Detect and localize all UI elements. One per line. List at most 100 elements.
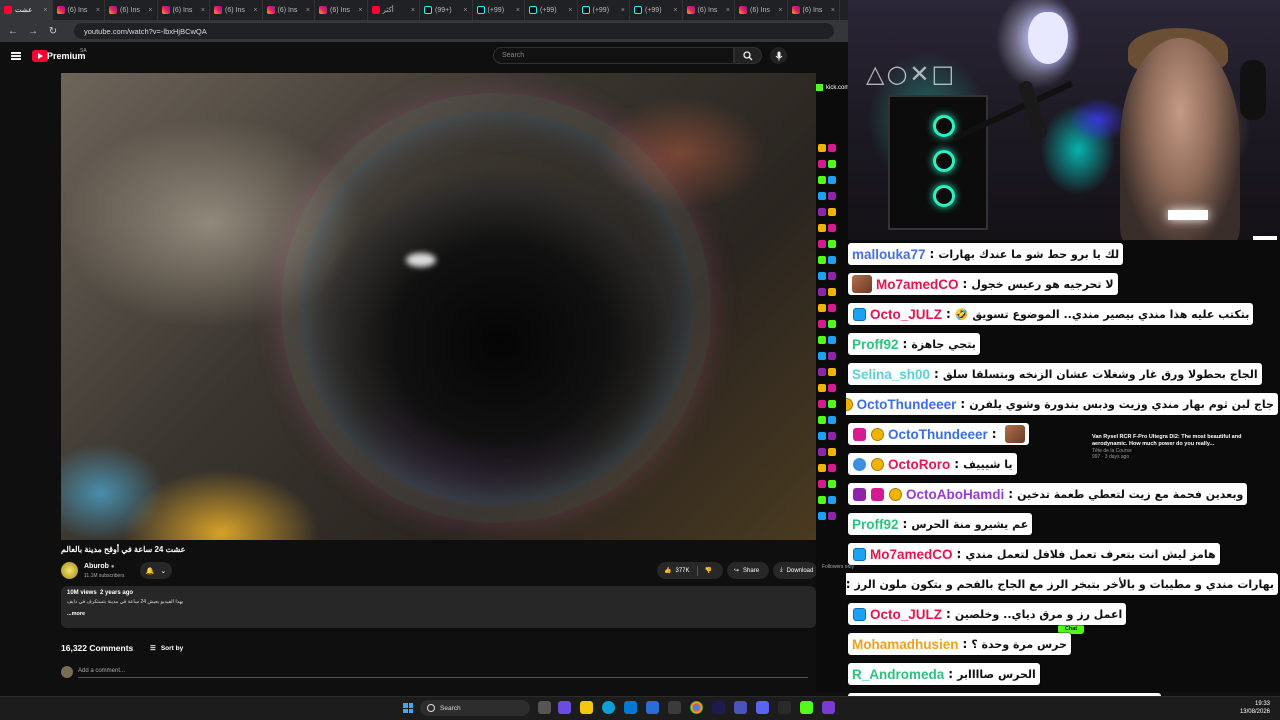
close-tab-icon[interactable]: × (358, 7, 362, 14)
browser-tab[interactable]: (6) Ins × (315, 0, 368, 20)
kick-chat-row (818, 460, 846, 476)
hamburger-menu-icon[interactable] (11, 52, 21, 60)
close-tab-icon[interactable]: × (778, 7, 782, 14)
channel-avatar[interactable] (61, 562, 78, 579)
file-explorer-icon[interactable] (580, 701, 593, 714)
twitch-icon[interactable] (822, 701, 835, 714)
chat-message-bubble: R_Andromeda: الحرس صاااابر (848, 663, 1040, 685)
chat-badge-icon (828, 512, 836, 520)
youtube-logo-icon[interactable] (32, 50, 48, 62)
address-bar[interactable]: youtube.com/watch?v=-lbxHjBCwQA (74, 23, 834, 39)
chat-username[interactable]: Mo7amedCO (876, 277, 959, 292)
like-count[interactable]: 377K (675, 568, 689, 574)
mail-icon[interactable] (646, 701, 659, 714)
browser-tab[interactable]: أكثر × (368, 0, 420, 20)
close-tab-icon[interactable]: × (568, 7, 572, 14)
browser-tab[interactable]: (6) Ins × (788, 0, 840, 20)
edge-icon[interactable] (602, 701, 615, 714)
chrome-icon[interactable] (690, 701, 703, 714)
browser-tab[interactable]: (+99) × (630, 0, 683, 20)
chat-username[interactable]: Octo_JULZ (870, 307, 942, 322)
tab-label: (99+) (435, 6, 452, 14)
taskbar-clock[interactable]: 19:33 13/08/2026 (1238, 700, 1270, 716)
chat-message-bubble: OctoRoro: يا شيييف (848, 453, 1017, 475)
close-tab-icon[interactable]: × (621, 7, 625, 14)
browser-tab[interactable]: (6) Ins × (158, 0, 210, 20)
close-tab-icon[interactable]: × (673, 7, 677, 14)
chat-username[interactable]: Mo7amedCO (870, 547, 953, 562)
bell-icon: 🔔 (145, 567, 155, 575)
chat-username[interactable]: Octo_JULZ (870, 607, 942, 622)
close-tab-icon[interactable]: × (43, 7, 47, 14)
chat-username[interactable]: OctoAboHamdi (906, 487, 1004, 502)
browser-tab[interactable]: (+99) × (525, 0, 578, 20)
copilot-icon[interactable] (558, 701, 571, 714)
task-view-icon[interactable] (538, 701, 551, 714)
show-more-link[interactable]: ...more (67, 611, 810, 617)
channel-name[interactable]: Aburob ● (84, 563, 114, 570)
download-button[interactable]: ⤓ Download (773, 562, 817, 579)
notification-bell-button[interactable]: 🔔 ⌄ (140, 562, 172, 579)
thumbs-down-icon[interactable]: 👎 (705, 567, 712, 574)
close-tab-icon[interactable]: × (726, 7, 730, 14)
chat-username[interactable]: Proff92 (852, 337, 899, 352)
browser-tab[interactable]: (6) Ins × (53, 0, 105, 20)
voice-search-button[interactable] (770, 47, 787, 64)
sort-comments-button[interactable]: ☰ Sort by (150, 644, 183, 653)
chat-username[interactable]: mallouka77 (852, 247, 926, 262)
tab-label: أكثر (382, 7, 394, 14)
chat-username[interactable]: R_Andromeda (852, 667, 944, 682)
kick-chat-badges-column (818, 140, 846, 524)
close-tab-icon[interactable]: × (831, 7, 835, 14)
kick-tab[interactable]: kick.com (816, 84, 849, 91)
forward-icon[interactable]: → (28, 26, 38, 37)
app-icon[interactable] (668, 701, 681, 714)
chat-username[interactable]: OctoRoro (888, 457, 950, 472)
premiere-icon[interactable] (712, 701, 725, 714)
coin-badge-icon (889, 487, 902, 501)
teams-icon[interactable] (734, 701, 747, 714)
share-button[interactable]: ↪ Share (727, 562, 769, 579)
browser-tab[interactable]: (+99) × (578, 0, 630, 20)
pc-fan-light (933, 150, 955, 172)
close-tab-icon[interactable]: × (253, 7, 257, 14)
search-button[interactable] (734, 47, 762, 64)
app-icon[interactable] (778, 701, 791, 714)
close-tab-icon[interactable]: × (148, 7, 152, 14)
close-tab-icon[interactable]: × (96, 7, 100, 14)
browser-tab[interactable]: (+99) × (473, 0, 525, 20)
thumbs-up-icon[interactable]: 👍 (664, 567, 671, 574)
reload-icon[interactable]: ↻ (48, 26, 58, 37)
browser-tab[interactable]: (6) Ins × (105, 0, 158, 20)
close-tab-icon[interactable]: × (306, 7, 310, 14)
video-frame-lens (281, 93, 711, 523)
browser-tab[interactable]: (6) Ins × (735, 0, 788, 20)
browser-tab[interactable]: (99+) × (420, 0, 473, 20)
browser-tab[interactable]: (6) Ins × (210, 0, 263, 20)
chat-username[interactable]: OctoThundeeer (857, 397, 957, 412)
add-comment-input[interactable]: Add a comment... (78, 668, 808, 678)
close-tab-icon[interactable]: × (201, 7, 205, 14)
chat-username[interactable]: Selina_sh00 (852, 367, 930, 382)
search-input[interactable]: Search (493, 47, 734, 64)
chat-message-bubble: OctoThundeeer: (848, 423, 1029, 445)
chat-username[interactable]: OctoThundeeer (888, 427, 988, 442)
close-tab-icon[interactable]: × (411, 7, 415, 14)
chat-username[interactable]: Proff92 (852, 517, 899, 532)
browser-tab[interactable]: عشت × (0, 0, 53, 20)
close-tab-icon[interactable]: × (463, 7, 467, 14)
back-icon[interactable]: ← (8, 26, 18, 37)
chat-badge-icon (828, 464, 836, 472)
close-tab-icon[interactable]: × (516, 7, 520, 14)
discord-icon[interactable] (756, 701, 769, 714)
chat-message: Octo_JULZ: اعمل رز و مرق دياي.. وخلصين (848, 602, 1127, 626)
video-player[interactable] (61, 73, 816, 540)
obs-icon[interactable] (800, 701, 813, 714)
browser-tab[interactable]: (6) Ins × (263, 0, 315, 20)
taskbar-search[interactable]: Search (420, 700, 530, 716)
store-icon[interactable] (624, 701, 637, 714)
chat-username[interactable]: Mohamadhusien (852, 637, 959, 652)
windows-start-icon[interactable] (403, 703, 413, 713)
browser-tab[interactable]: (6) Ins × (683, 0, 735, 20)
video-description[interactable]: 10M views 2 years ago بهذا الفيديو بعيش … (61, 586, 816, 628)
